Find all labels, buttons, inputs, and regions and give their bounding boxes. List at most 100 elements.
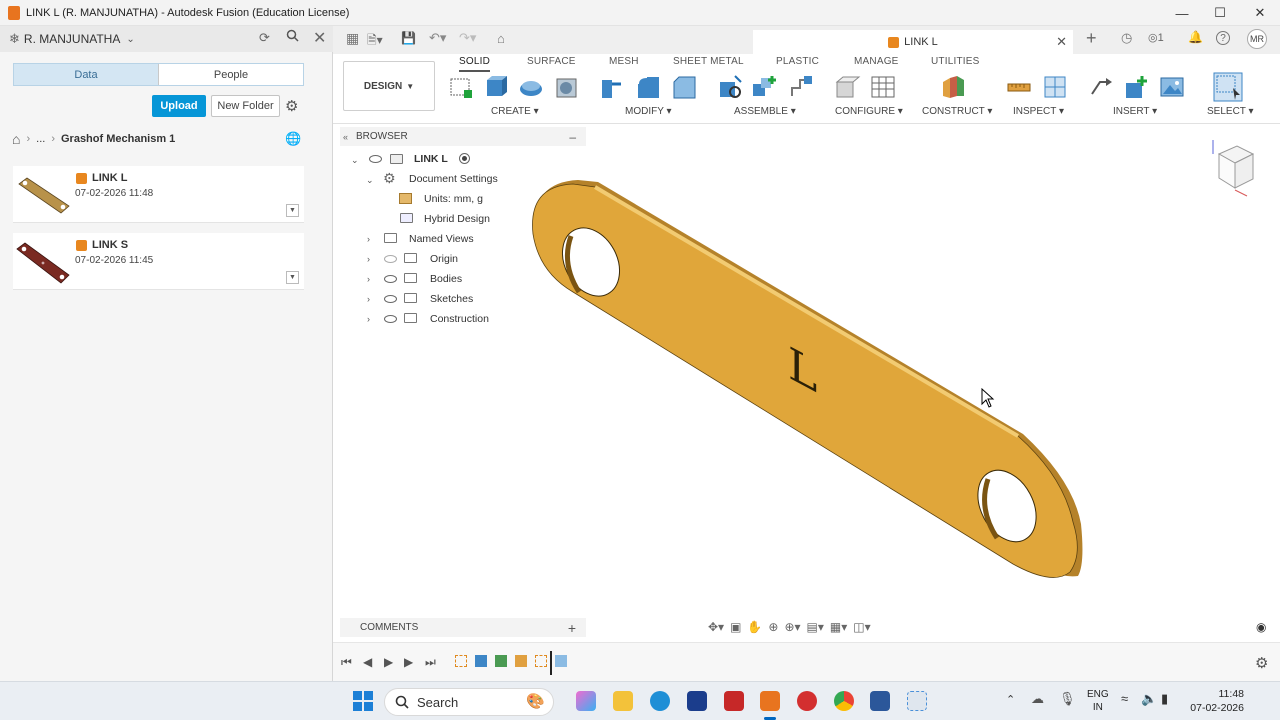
- wifi-icon[interactable]: ≈: [1121, 691, 1128, 706]
- word-icon[interactable]: [870, 691, 890, 711]
- chrome-icon[interactable]: [834, 691, 854, 711]
- chevron-right-icon[interactable]: ›: [367, 294, 370, 304]
- configure-group-label[interactable]: CONFIGURE ▾: [835, 106, 903, 117]
- inspect-group-label[interactable]: INSPECT ▾: [1013, 106, 1064, 117]
- tab-plastic[interactable]: PLASTIC: [776, 56, 819, 67]
- display-settings-icon[interactable]: ▤▾: [807, 620, 824, 634]
- gear-icon[interactable]: ⚙: [285, 97, 298, 115]
- grid-icon[interactable]: ▦▾: [830, 620, 847, 634]
- upload-button[interactable]: Upload: [152, 95, 206, 117]
- orbit-icon[interactable]: ✥▾: [708, 620, 724, 634]
- chevron-up-icon[interactable]: ⌃: [1006, 693, 1015, 706]
- tab-utilities[interactable]: UTILITIES: [931, 56, 979, 67]
- eye-icon[interactable]: [369, 155, 382, 163]
- skip-start-icon[interactable]: ⏮: [341, 655, 352, 670]
- insert-image-icon[interactable]: [1159, 74, 1185, 100]
- create-sketch-icon[interactable]: [448, 74, 474, 100]
- user-name[interactable]: R. MANJUNATHA: [24, 32, 120, 46]
- new-component-icon[interactable]: [717, 74, 743, 100]
- pdf-reader-icon[interactable]: [797, 691, 817, 711]
- language-indicator[interactable]: ENG IN: [1087, 688, 1109, 714]
- minimize-browser-icon[interactable]: –: [569, 130, 576, 144]
- tab-data[interactable]: Data: [14, 64, 158, 85]
- home-icon[interactable]: ⌂: [12, 131, 20, 147]
- browser-sketches[interactable]: Sketches: [430, 290, 473, 308]
- mcafee-icon[interactable]: [724, 691, 744, 711]
- file-menu-chevron-icon[interactable]: ▼: [286, 204, 299, 217]
- file-menu-chevron-icon[interactable]: ▼: [286, 271, 299, 284]
- press-pull-icon[interactable]: [599, 74, 625, 100]
- revolve-icon[interactable]: [518, 74, 544, 100]
- workspace-switcher[interactable]: DESIGN ▼: [343, 61, 435, 111]
- browser-units[interactable]: Units: mm, g: [424, 190, 483, 208]
- copilot-icon[interactable]: [576, 691, 596, 711]
- clock-icon[interactable]: ◷: [1121, 30, 1132, 46]
- close-window-button[interactable]: ✕: [1240, 0, 1280, 26]
- browser-hybrid-design[interactable]: Hybrid Design: [424, 210, 490, 228]
- insert-derive-icon[interactable]: [1088, 74, 1114, 100]
- eye-hidden-icon[interactable]: [384, 255, 397, 263]
- tab-people[interactable]: People: [158, 64, 303, 85]
- timeline-emboss-feature-icon[interactable]: [555, 655, 567, 667]
- configuration-table-icon[interactable]: [870, 74, 896, 100]
- chevron-right-icon[interactable]: ›: [367, 274, 370, 284]
- pan-hand-icon[interactable]: ✋: [747, 620, 762, 634]
- tab-solid[interactable]: SOLID: [459, 56, 491, 72]
- collapse-browser-icon[interactable]: «: [343, 132, 348, 142]
- construct-group-label[interactable]: CONSTRUCT ▾: [922, 106, 992, 117]
- close-tab-icon[interactable]: ✕: [1056, 34, 1067, 50]
- create-group-label[interactable]: CREATE ▾: [491, 106, 539, 117]
- assemble-group-label[interactable]: ASSEMBLE ▾: [734, 106, 796, 117]
- browser-named-views[interactable]: Named Views: [409, 230, 474, 248]
- chevron-down-icon[interactable]: ⌄: [366, 175, 374, 186]
- configure-icon[interactable]: [835, 74, 861, 100]
- look-at-icon[interactable]: ▣: [730, 620, 741, 634]
- undo-icon[interactable]: ↶▾: [429, 30, 446, 46]
- play-icon[interactable]: ▶: [384, 655, 393, 669]
- cloud-icon[interactable]: ☁: [1031, 691, 1044, 707]
- maximize-button[interactable]: ☐: [1200, 0, 1240, 26]
- tab-manage[interactable]: MANAGE: [854, 56, 899, 67]
- microphone-icon[interactable]: 🎙: [1059, 691, 1076, 707]
- edge-browser-icon[interactable]: [650, 691, 670, 711]
- modify-group-label[interactable]: MODIFY ▾: [625, 106, 672, 117]
- feedback-icon[interactable]: ◉: [1256, 620, 1266, 634]
- step-back-icon[interactable]: ◀​: [363, 655, 372, 669]
- battery-icon[interactable]: ▮: [1161, 691, 1168, 707]
- chevron-down-icon[interactable]: ⌄: [351, 155, 359, 166]
- home-view-icon[interactable]: ⌂: [497, 31, 505, 46]
- breadcrumb-project[interactable]: Grashof Mechanism 1: [61, 133, 175, 145]
- select-group-label[interactable]: SELECT ▾: [1207, 106, 1254, 117]
- minimize-button[interactable]: —: [1162, 0, 1202, 26]
- zoom-icon[interactable]: ⊕: [768, 620, 778, 634]
- browser-root[interactable]: LINK L: [414, 150, 448, 168]
- as-built-joint-icon[interactable]: [788, 74, 814, 100]
- fit-icon[interactable]: ⊕▾: [784, 620, 800, 634]
- step-forward-icon[interactable]: ▶​: [404, 655, 413, 669]
- viewports-icon[interactable]: ◫▾: [853, 620, 870, 634]
- chamfer-icon[interactable]: [671, 74, 697, 100]
- globe-icon[interactable]: 🌐: [285, 131, 301, 147]
- file-menu-icon[interactable]: 🗎▾: [367, 31, 383, 52]
- select-icon[interactable]: [1213, 72, 1243, 102]
- eye-icon[interactable]: [384, 275, 397, 283]
- new-folder-button[interactable]: New Folder: [211, 95, 280, 117]
- offset-plane-icon[interactable]: [940, 74, 966, 100]
- tab-sheet-metal[interactable]: SHEET METAL: [673, 56, 744, 67]
- clock[interactable]: 11:48 07-02-2026: [1188, 687, 1244, 715]
- chevron-right-icon[interactable]: ›: [367, 314, 370, 324]
- document-tab[interactable]: LINK L ✕: [753, 30, 1073, 54]
- start-windows-icon[interactable]: [353, 691, 373, 711]
- timeline-settings-gear-icon[interactable]: ⚙: [1255, 654, 1268, 672]
- search-icon[interactable]: [286, 29, 299, 45]
- view-cube[interactable]: [1205, 136, 1265, 204]
- eye-icon[interactable]: [384, 295, 397, 303]
- insert-group-label[interactable]: INSERT ▾: [1113, 106, 1157, 117]
- chevron-down-icon[interactable]: ⌄: [126, 34, 134, 45]
- close-panel-icon[interactable]: ✕: [313, 28, 326, 48]
- breadcrumb-ellipsis[interactable]: ...: [36, 133, 45, 145]
- timeline-marker[interactable]: [550, 651, 552, 675]
- joint-icon[interactable]: [751, 74, 777, 100]
- browser-document-settings[interactable]: Document Settings: [409, 170, 498, 188]
- insert-component-icon[interactable]: [1123, 74, 1149, 100]
